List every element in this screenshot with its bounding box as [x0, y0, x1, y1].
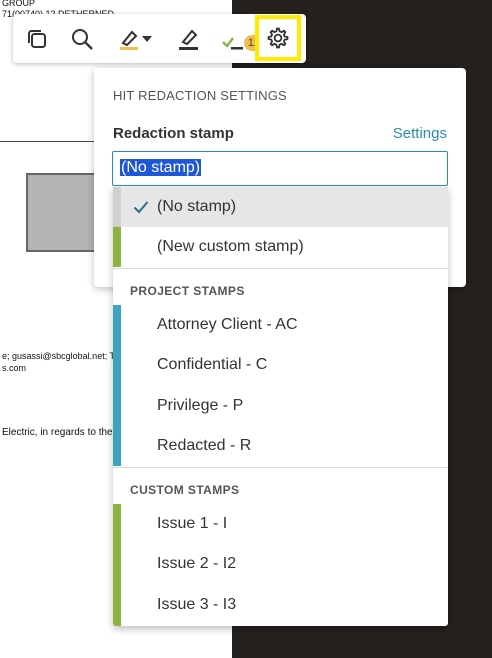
copy-button[interactable]	[20, 22, 54, 56]
settings-gear-button[interactable]	[255, 15, 301, 61]
doc-text-line: s.com	[2, 363, 27, 373]
option-label: (New custom stamp)	[157, 238, 304, 255]
stamp-option-attorney-client[interactable]: Attorney Client - AC	[113, 305, 448, 345]
option-label: Attorney Client - AC	[157, 316, 298, 333]
option-label: Issue 3 - I3	[157, 596, 237, 613]
option-label: Issue 2 - I2	[157, 555, 237, 572]
stamp-option-no-stamp[interactable]: (No stamp)	[113, 187, 448, 227]
stamp-option-issue-1[interactable]: Issue 1 - I	[113, 504, 448, 544]
chevron-down-icon	[142, 36, 152, 42]
search-icon	[72, 29, 93, 50]
section-divider	[113, 467, 448, 468]
redact-marker-icon	[179, 29, 198, 50]
search-button[interactable]	[65, 22, 99, 56]
copy-icon	[28, 30, 46, 48]
highlighter-icon	[120, 30, 138, 50]
option-label: Redacted - R	[157, 437, 252, 454]
doc-text-line: GROUP	[2, 0, 36, 8]
stamp-select-value: (No stamp)	[120, 159, 202, 176]
redaction-stamp-select[interactable]: (No stamp)	[112, 151, 448, 186]
stamp-dropdown-list: (No stamp) (New custom stamp) PROJECT ST…	[113, 187, 448, 626]
stamp-option-new-custom[interactable]: (New custom stamp)	[113, 227, 448, 267]
checked-user-icon	[222, 37, 243, 50]
highlight-dropdown-button[interactable]	[111, 22, 159, 56]
option-label: Privilege - P	[157, 397, 244, 414]
option-label: Confidential - C	[157, 356, 268, 373]
custom-stamps-header: CUSTOM STAMPS	[130, 483, 240, 497]
stamp-option-redacted[interactable]: Redacted - R	[113, 426, 448, 466]
option-label: (No stamp)	[157, 198, 237, 215]
option-label: Issue 1 - I	[157, 515, 228, 532]
option-color-bar	[113, 227, 121, 267]
project-stamps-header: PROJECT STAMPS	[130, 284, 245, 298]
gear-icon	[267, 27, 289, 49]
redaction-stamp-label: Redaction stamp	[113, 125, 234, 142]
stamp-option-issue-2[interactable]: Issue 2 - I2	[113, 544, 448, 584]
stamp-option-issue-3[interactable]: Issue 3 - I3	[113, 585, 448, 625]
section-divider	[113, 268, 448, 269]
checkmark-icon	[133, 201, 149, 214]
redact-button[interactable]	[171, 22, 205, 56]
stamp-option-confidential[interactable]: Confidential - C	[113, 345, 448, 385]
panel-title: HIT REDACTION SETTINGS	[113, 88, 287, 103]
settings-link[interactable]: Settings	[393, 125, 447, 142]
doc-text-line: Electric, in regards to the l	[2, 427, 118, 438]
stamp-option-privilege[interactable]: Privilege - P	[113, 386, 448, 426]
option-color-bar	[113, 187, 121, 227]
